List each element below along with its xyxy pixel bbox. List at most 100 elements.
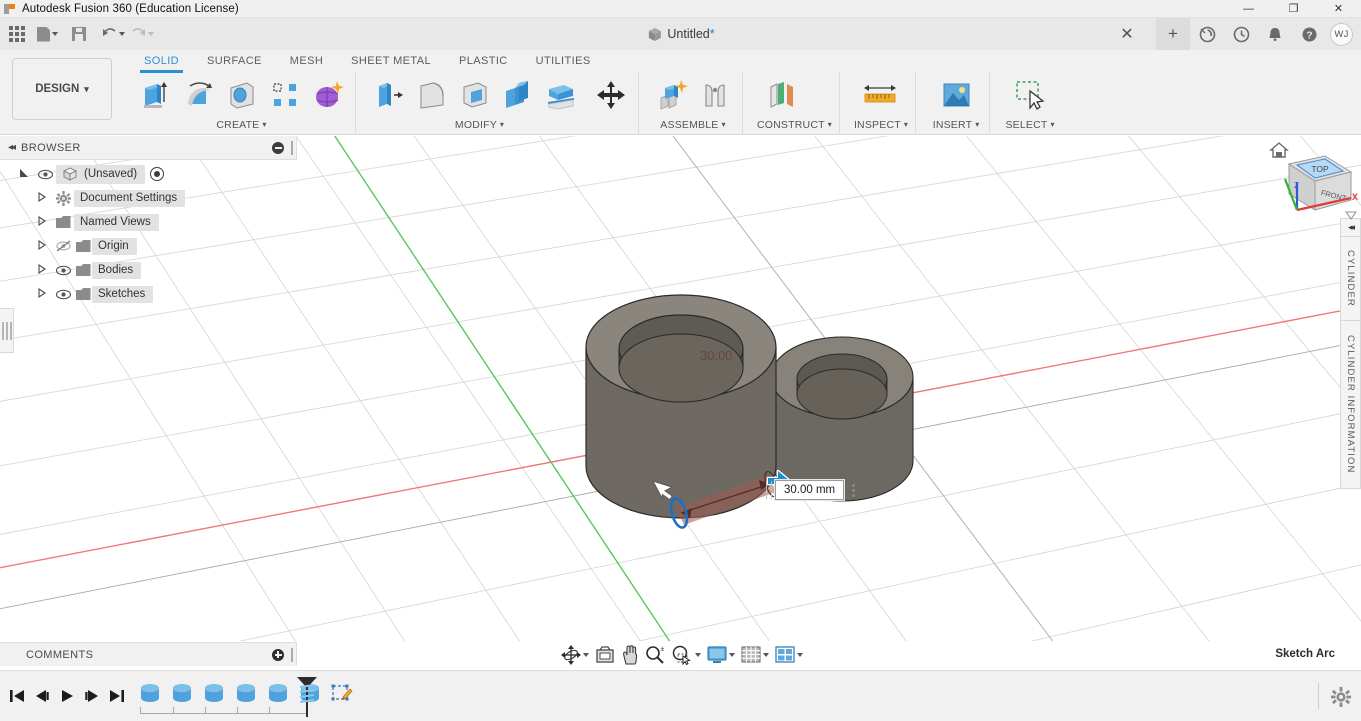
document-tab[interactable]: Untitled* <box>646 18 714 50</box>
visibility-eye-icon[interactable] <box>52 289 74 300</box>
new-tab-button[interactable]: + <box>1156 18 1190 50</box>
sweep-button[interactable] <box>221 74 262 116</box>
dimension-input-group[interactable]: 30.00 mm <box>766 480 855 500</box>
timeline-feature-cylinder-2[interactable] <box>170 681 194 705</box>
workspace-switcher-button[interactable]: DESIGN ▾ <box>12 58 112 120</box>
panel-tab-cylinder[interactable]: CYLINDER <box>1340 236 1361 321</box>
tree-item-sketches[interactable]: Sketches <box>0 282 250 306</box>
tab-solid[interactable]: SOLID <box>130 51 193 72</box>
display-settings-button[interactable] <box>704 642 738 668</box>
tab-sheet-metal[interactable]: SHEET METAL <box>337 51 445 72</box>
joint-button[interactable] <box>694 74 735 116</box>
expand-arrow-icon[interactable] <box>32 216 52 228</box>
pan-button[interactable] <box>618 642 642 668</box>
notifications-bell-icon[interactable] <box>1258 18 1292 50</box>
move-copy-button[interactable] <box>590 74 631 116</box>
insert-image-button[interactable] <box>930 74 982 116</box>
revolve-button[interactable] <box>178 74 219 116</box>
panel-inspect-label[interactable]: INSPECT▾ <box>854 116 908 133</box>
tab-close-button[interactable]: ✕ <box>1110 18 1144 50</box>
dimension-options-icon[interactable] <box>852 484 855 497</box>
go-to-beginning-button[interactable] <box>4 685 29 707</box>
save-icon <box>72 27 86 41</box>
file-menu-button[interactable] <box>34 19 61 49</box>
panel-select-label[interactable]: SELECT▾ <box>1004 116 1056 133</box>
panel-create-label[interactable]: CREATE▾ <box>135 116 348 133</box>
step-back-button[interactable] <box>29 685 54 707</box>
visibility-eye-icon[interactable] <box>34 169 56 180</box>
zoom-button[interactable]: ± <box>642 642 668 668</box>
visibility-eye-off-icon[interactable] <box>52 240 74 252</box>
select-tool-button[interactable] <box>1004 74 1056 116</box>
tab-plastic[interactable]: PLASTIC <box>445 51 522 72</box>
expand-arrow-icon[interactable] <box>14 168 34 180</box>
help-icon[interactable]: ? <box>1292 18 1326 50</box>
panel-assemble-label[interactable]: ASSEMBLE▾ <box>651 116 735 133</box>
create-form-button[interactable] <box>307 74 348 116</box>
plus-circle-icon[interactable] <box>272 649 284 661</box>
press-pull-button[interactable] <box>368 74 409 116</box>
tab-surface[interactable]: SURFACE <box>193 51 276 72</box>
dimension-input[interactable]: 30.00 mm <box>775 480 844 500</box>
panel-modify-label[interactable]: MODIFY▾ <box>328 116 631 133</box>
go-to-end-button[interactable] <box>104 685 129 707</box>
restore-button[interactable]: ❐ <box>1271 0 1316 18</box>
apps-grid-icon[interactable] <box>0 19 34 49</box>
expand-arrow-icon[interactable] <box>32 264 52 276</box>
tree-item-unsaved[interactable]: (Unsaved) <box>0 162 250 186</box>
panel-tab-cylinder-information[interactable]: CYLINDER INFORMATION <box>1340 321 1361 489</box>
dimension-drag-grip[interactable] <box>766 481 772 499</box>
tree-item-bodies[interactable]: Bodies <box>0 258 250 282</box>
orbit-button[interactable] <box>558 642 592 668</box>
look-at-button[interactable] <box>592 642 618 668</box>
user-avatar[interactable]: WJ <box>1330 23 1353 46</box>
expand-arrow-icon[interactable] <box>32 288 52 300</box>
measure-button[interactable] <box>854 74 906 116</box>
timeline-feature-cylinder-3[interactable] <box>202 681 226 705</box>
visibility-eye-icon[interactable] <box>52 265 74 276</box>
zoom-window-button[interactable] <box>668 642 704 668</box>
combine-button[interactable] <box>497 74 538 116</box>
minus-circle-icon[interactable] <box>272 142 284 154</box>
expand-arrow-icon[interactable] <box>32 192 52 204</box>
tab-mesh[interactable]: MESH <box>276 51 337 72</box>
undo-icon <box>102 25 117 44</box>
timeline-feature-sketch-1[interactable] <box>330 681 354 705</box>
timeline-settings-gear-icon[interactable] <box>1329 685 1353 709</box>
new-component-button[interactable] <box>651 74 692 116</box>
timeline-feature-cylinder-1[interactable] <box>138 681 162 705</box>
construct-plane-button[interactable] <box>757 74 809 116</box>
grid-and-snaps-button[interactable] <box>738 642 772 668</box>
left-panel-handle[interactable] <box>0 308 14 353</box>
redo-button[interactable] <box>128 19 157 49</box>
activate-component-radio[interactable] <box>150 167 164 181</box>
panel-construct-label[interactable]: CONSTRUCT▾ <box>757 116 832 133</box>
tab-utilities[interactable]: UTILITIES <box>522 51 605 72</box>
tree-item-origin[interactable]: Origin <box>0 234 250 258</box>
extrude-button[interactable] <box>135 74 176 116</box>
shell-button[interactable] <box>454 74 495 116</box>
browser-resize-grip[interactable] <box>291 141 293 155</box>
play-button[interactable] <box>54 685 79 707</box>
undo-button[interactable] <box>99 19 128 49</box>
split-body-button[interactable] <box>540 74 581 116</box>
right-panel-expander-icon[interactable] <box>1345 207 1357 225</box>
comments-resize-grip[interactable] <box>291 648 293 662</box>
step-forward-button[interactable] <box>79 685 104 707</box>
close-button[interactable]: ✕ <box>1316 0 1361 18</box>
browser-collapse-icon[interactable]: ◂◂ <box>8 142 14 153</box>
recent-clock-icon[interactable] <box>1224 18 1258 50</box>
tree-item-document-settings[interactable]: Document Settings <box>0 186 250 210</box>
panel-insert-label[interactable]: INSERT▾ <box>930 116 982 133</box>
fillet-button[interactable] <box>411 74 452 116</box>
save-button[interactable] <box>69 19 89 49</box>
viewports-button[interactable] <box>772 642 806 668</box>
timeline-feature-cylinder-4[interactable] <box>234 681 258 705</box>
expand-arrow-icon[interactable] <box>32 240 52 252</box>
tree-item-named-views[interactable]: Named Views <box>0 210 250 234</box>
job-status-icon[interactable] <box>1190 18 1224 50</box>
timeline-feature-cylinder-5[interactable] <box>266 681 290 705</box>
svg-text:?: ? <box>1306 29 1312 41</box>
pattern-button[interactable] <box>264 74 305 116</box>
minimize-button[interactable]: — <box>1226 0 1271 18</box>
